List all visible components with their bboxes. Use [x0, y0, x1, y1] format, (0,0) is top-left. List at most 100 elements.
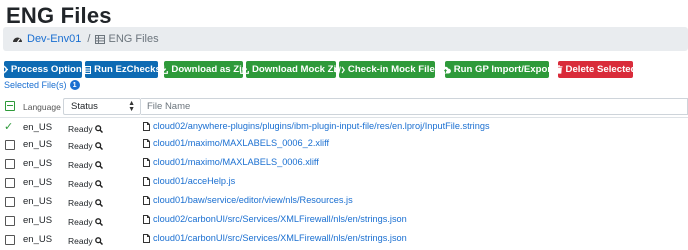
row-checkbox[interactable]	[5, 216, 15, 226]
file-link[interactable]: cloud01/carbonUI/src/Services/XMLFirewal…	[143, 233, 407, 243]
checkin-mock-files-label: Check-in Mock Files	[347, 64, 441, 75]
row-language: en_US	[23, 196, 53, 207]
file-table-body: ✓ en_US Ready cloud02/anywhere-plugins/p…	[0, 118, 688, 249]
search-icon[interactable]	[94, 180, 103, 188]
file-path: cloud02/anywhere-plugins/plugins/ibm-plu…	[153, 121, 490, 131]
table-row: en_US Ready cloud01/maximo/MAXLABELS_000…	[0, 135, 688, 154]
delete-selected-button[interactable]: Delete Selected	[555, 61, 636, 78]
row-status: Ready	[68, 141, 103, 151]
row-language: en_US	[23, 215, 53, 226]
download-icon	[159, 65, 169, 74]
cloud-upload-icon	[440, 66, 451, 73]
row-status: Ready	[68, 179, 103, 189]
table-row: ✓ en_US Ready cloud02/anywhere-plugins/p…	[0, 118, 688, 135]
breadcrumb-env-label: Dev-Env01	[27, 33, 82, 45]
file-path: cloud01/maximo/MAXLABELS_0006_2.xliff	[153, 138, 330, 148]
run-gp-import-export-label: Run GP Import/Export	[453, 64, 555, 75]
file-link[interactable]: cloud01/baw/service/editor/view/nls/Reso…	[143, 195, 353, 205]
table-header: Language Status ▲ ▼ File Name	[0, 97, 688, 118]
file-icon	[143, 138, 150, 148]
file-icon	[143, 157, 150, 167]
search-icon[interactable]	[94, 142, 103, 150]
language-header: Language	[23, 102, 61, 112]
select-all-checkbox[interactable]	[5, 101, 15, 111]
download-mock-zip-button[interactable]: Download Mock Zip	[240, 61, 342, 78]
table-row: en_US Ready cloud01/acceHelp.js	[0, 173, 688, 192]
breadcrumb-separator: /	[87, 33, 91, 45]
row-language: en_US	[23, 139, 53, 150]
file-icon	[143, 121, 150, 131]
breadcrumb-env-link[interactable]: Dev-Env01	[12, 33, 81, 45]
download-icon	[240, 65, 249, 74]
table-row: en_US Ready cloud01/maximo/MAXLABELS_000…	[0, 154, 688, 173]
run-ezchecks-button[interactable]: Run EzChecks	[82, 61, 161, 78]
row-status-label: Ready	[68, 217, 93, 227]
file-path: cloud01/carbonUI/src/Services/XMLFirewal…	[153, 233, 407, 243]
row-status-label: Ready	[68, 141, 93, 151]
process-options-label: Process Options	[10, 64, 88, 75]
process-options-button[interactable]: Process Options	[0, 61, 87, 78]
filename-filter-input[interactable]: File Name	[141, 98, 688, 115]
table-row: en_US Ready cloud01/carbonUI/src/Service…	[0, 230, 688, 249]
gear-icon	[0, 65, 8, 74]
row-status-label: Ready	[68, 160, 93, 170]
table-icon	[95, 34, 106, 44]
row-checkbox[interactable]	[5, 235, 15, 245]
file-link[interactable]: cloud02/carbonUI/src/Services/XMLFirewal…	[143, 214, 407, 224]
row-language: en_US	[23, 177, 53, 188]
row-checkbox[interactable]	[5, 197, 15, 207]
page-title: ENG Files	[6, 3, 112, 28]
row-status: Ready	[68, 236, 103, 246]
download-zip-label: Download as Zip	[171, 64, 248, 75]
file-path: cloud02/carbonUI/src/Services/XMLFirewal…	[153, 214, 407, 224]
file-path: cloud01/baw/service/editor/view/nls/Reso…	[153, 195, 353, 205]
row-status: Ready	[68, 124, 103, 134]
file-icon	[143, 233, 150, 243]
row-language: en_US	[23, 122, 53, 133]
row-language: en_US	[23, 158, 53, 169]
row-checkbox[interactable]	[5, 159, 15, 169]
download-zip-button[interactable]: Download as Zip	[159, 61, 248, 78]
row-status: Ready	[68, 160, 103, 170]
status-filter-label: Status	[71, 101, 98, 112]
list-icon	[82, 65, 92, 74]
sort-arrows-icon: ▲ ▼	[128, 100, 135, 113]
table-row: en_US Ready cloud02/carbonUI/src/Service…	[0, 211, 688, 230]
search-icon[interactable]	[94, 199, 103, 207]
selected-files-indicator: Selected File(s) 1	[4, 80, 80, 90]
row-checkbox[interactable]	[5, 178, 15, 188]
search-icon[interactable]	[94, 237, 103, 245]
search-icon[interactable]	[94, 161, 103, 169]
row-status-label: Ready	[68, 179, 93, 189]
row-status-label: Ready	[68, 198, 93, 208]
row-status-label: Ready	[68, 124, 93, 134]
search-icon[interactable]	[94, 125, 103, 133]
trash-icon	[555, 65, 563, 74]
row-checkbox[interactable]	[5, 140, 15, 150]
breadcrumb-current: ENG Files	[95, 33, 159, 45]
row-status: Ready	[68, 198, 103, 208]
row-status-label: Ready	[68, 236, 93, 246]
status-filter-select[interactable]: Status ▲ ▼	[63, 98, 141, 115]
file-link[interactable]: cloud01/maximo/MAXLABELS_0006_2.xliff	[143, 138, 329, 148]
run-ezchecks-label: Run EzChecks	[94, 64, 161, 75]
file-path: cloud01/acceHelp.js	[153, 176, 236, 186]
code-icon	[333, 65, 345, 74]
delete-selected-label: Delete Selected	[565, 64, 637, 75]
table-row: en_US Ready cloud01/baw/service/editor/v…	[0, 192, 688, 211]
file-link[interactable]: cloud02/anywhere-plugins/plugins/ibm-plu…	[143, 121, 490, 131]
checkin-mock-files-button[interactable]: Check-in Mock Files	[333, 61, 440, 78]
selected-count-badge: 1	[69, 80, 80, 90]
row-status: Ready	[68, 217, 103, 227]
file-link[interactable]: cloud01/maximo/MAXLABELS_0006.xliff	[143, 157, 319, 167]
breadcrumb: Dev-Env01 / ENG Files	[3, 27, 688, 51]
breadcrumb-current-label: ENG Files	[108, 33, 159, 45]
search-icon[interactable]	[94, 218, 103, 226]
selected-files-label: Selected File(s)	[4, 80, 67, 90]
row-language: en_US	[23, 234, 53, 245]
file-link[interactable]: cloud01/acceHelp.js	[143, 176, 235, 186]
filename-filter-placeholder: File Name	[147, 101, 191, 112]
row-checkbox-checked[interactable]: ✓	[4, 120, 13, 133]
run-gp-import-export-button[interactable]: Run GP Import/Export	[440, 61, 554, 78]
dashboard-icon	[13, 37, 22, 43]
